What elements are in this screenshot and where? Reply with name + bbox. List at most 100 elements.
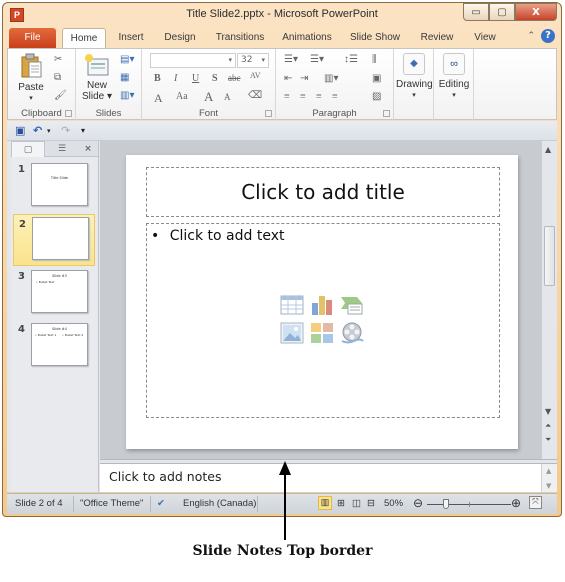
tab-file[interactable]: File (9, 28, 56, 48)
tab-design[interactable]: Design (157, 28, 203, 48)
change-case-button[interactable]: Aa (176, 91, 188, 102)
tab-home[interactable]: Home (62, 28, 106, 49)
maximize-icon: ▢ (497, 6, 507, 18)
font-launcher-icon[interactable] (265, 110, 272, 117)
customize-qat-icon[interactable]: ▾ (81, 126, 85, 135)
shrink-font-button[interactable]: A (224, 92, 231, 102)
slide-thumbnail-3[interactable]: 3 Slide #3 • Bullet Text (11, 267, 97, 319)
shadow-button[interactable]: S (212, 73, 218, 84)
character-spacing-button[interactable]: AV (250, 71, 261, 80)
slide-vertical-scrollbar[interactable]: ▲ ▼ ⏶ ⏷ (541, 141, 557, 459)
slideshow-view-button[interactable]: ⊟ (367, 498, 375, 509)
maximize-button[interactable]: ▢ (489, 3, 515, 21)
slide-thumbnail-1[interactable]: 1 Title Slide (11, 160, 97, 212)
bullets-icon[interactable]: ☰▾ (284, 54, 298, 65)
insert-smartart-icon[interactable] (340, 294, 364, 316)
scroll-up-icon[interactable]: ▲ (545, 145, 551, 154)
layout-icon[interactable]: ▤▾ (120, 54, 134, 65)
convert-smartart-icon[interactable]: ▨ (372, 91, 381, 102)
redo-icon[interactable]: ↷ (61, 124, 70, 137)
tab-outline[interactable]: ☰ (47, 141, 77, 157)
format-painter-icon[interactable]: 🖌 (54, 90, 67, 101)
zoom-level[interactable]: 50% (384, 498, 403, 509)
increase-indent-icon[interactable]: ⇥ (300, 73, 308, 84)
insert-media-icon[interactable] (340, 322, 364, 344)
zoom-in-button[interactable]: ⊕ (511, 496, 521, 510)
tab-view[interactable]: View (467, 28, 503, 48)
section-icon[interactable]: ▥▾ (120, 90, 134, 101)
notes-scrollbar[interactable]: ▲ ▼ (541, 464, 557, 492)
language-status[interactable]: English (Canada) (183, 498, 256, 509)
tab-review[interactable]: Review (415, 28, 459, 48)
tab-insert[interactable]: Insert (111, 28, 151, 48)
paste-button[interactable]: Paste ▾ (14, 53, 48, 104)
underline-button[interactable]: U (192, 73, 199, 84)
paragraph-launcher-icon[interactable] (383, 110, 390, 117)
slide-thumbnail-4[interactable]: 4 Slide #4 • Bullet Text 1 • Bullet Text… (11, 320, 97, 372)
align-text-icon[interactable]: ▣ (372, 73, 381, 84)
columns-icon[interactable]: ▥▾ (324, 73, 338, 84)
minimize-button[interactable]: ▭ (463, 3, 489, 21)
align-right-icon[interactable]: ≡ (316, 91, 322, 102)
previous-slide-icon[interactable]: ⏶ (545, 421, 551, 431)
editing-button[interactable]: ∞ Editing ▾ (436, 53, 472, 101)
slide-thumbnail-2[interactable]: 2 (13, 214, 95, 266)
align-left-icon[interactable]: ≡ (284, 91, 290, 102)
cut-icon[interactable]: ✂ (54, 54, 62, 65)
italic-button[interactable]: I (174, 73, 177, 84)
scroll-up-icon[interactable]: ▲ (546, 467, 551, 475)
notes-pane[interactable]: Click to add notes ▲ ▼ (100, 464, 557, 492)
tab-slides-thumbnails[interactable]: ▢ (11, 141, 45, 157)
insert-table-icon[interactable] (280, 294, 304, 316)
fit-to-window-button[interactable]: ⤧ (529, 496, 542, 509)
insert-picture-icon[interactable] (280, 322, 304, 344)
content-placeholder[interactable]: • Click to add text (146, 223, 500, 418)
undo-dropdown-icon[interactable]: ▾ (47, 127, 51, 135)
normal-view-button[interactable]: ▥ (318, 496, 332, 510)
close-button[interactable]: X (515, 3, 557, 21)
close-pane-button[interactable]: × (79, 141, 97, 157)
text-direction-icon[interactable]: ⫼ (372, 54, 377, 65)
tab-slide-show[interactable]: Slide Show (347, 28, 403, 48)
justify-icon[interactable]: ≡ (332, 91, 338, 102)
clipboard-launcher-icon[interactable] (65, 110, 72, 117)
drawing-button[interactable]: ◆ Drawing ▾ (396, 53, 433, 101)
zoom-slider-track[interactable] (427, 499, 511, 509)
font-size-combo[interactable]: 32 ▾ (237, 53, 269, 68)
spell-check-icon[interactable]: ✔ (157, 498, 165, 509)
minimize-ribbon-icon[interactable]: ⌃ (527, 31, 535, 41)
bold-button[interactable]: B (154, 73, 161, 84)
align-center-icon[interactable]: ≡ (300, 91, 306, 102)
scroll-down-icon[interactable]: ▼ (545, 407, 551, 416)
slide-editing-area: Click to add title • Click to add text (100, 141, 541, 459)
next-slide-icon[interactable]: ⏷ (545, 435, 551, 445)
font-color-button[interactable]: A (154, 91, 163, 106)
strikethrough-button[interactable]: abc (228, 73, 241, 83)
scroll-thumb[interactable] (544, 226, 555, 286)
numbering-icon[interactable]: ☰▾ (310, 54, 324, 65)
save-icon[interactable]: ▣ (15, 124, 25, 137)
clear-formatting-icon[interactable]: ⌫ (248, 90, 262, 101)
undo-icon[interactable]: ↶ (33, 124, 42, 137)
title-placeholder[interactable]: Click to add title (146, 167, 500, 217)
pane-tabs: ▢ ☰ × (11, 141, 98, 157)
chevron-down-icon: ▾ (452, 92, 456, 99)
slide-sorter-view-button[interactable]: ⊞ (337, 498, 345, 509)
tab-animations[interactable]: Animations (277, 28, 337, 48)
help-icon[interactable]: ? (541, 29, 555, 43)
new-slide-button[interactable]: New Slide ▾ (80, 53, 114, 102)
decrease-indent-icon[interactable]: ⇤ (284, 73, 292, 84)
zoom-slider-thumb[interactable] (442, 499, 449, 509)
font-name-combo[interactable]: ▾ (150, 53, 236, 68)
reset-icon[interactable]: ▦ (120, 72, 129, 83)
insert-chart-icon[interactable] (310, 294, 334, 316)
grow-font-button[interactable]: A (204, 89, 213, 105)
line-spacing-icon[interactable]: ↕☰ (344, 54, 358, 65)
insert-clipart-icon[interactable] (310, 322, 334, 344)
scroll-down-icon[interactable]: ▼ (546, 482, 551, 490)
zoom-out-button[interactable]: ⊖ (413, 496, 423, 510)
copy-icon[interactable]: ⧉ (54, 72, 61, 83)
reading-view-button[interactable]: ◫ (352, 498, 361, 509)
tab-transitions[interactable]: Transitions (209, 28, 271, 48)
slide-thumbnail-icon: ▢ (23, 145, 33, 155)
